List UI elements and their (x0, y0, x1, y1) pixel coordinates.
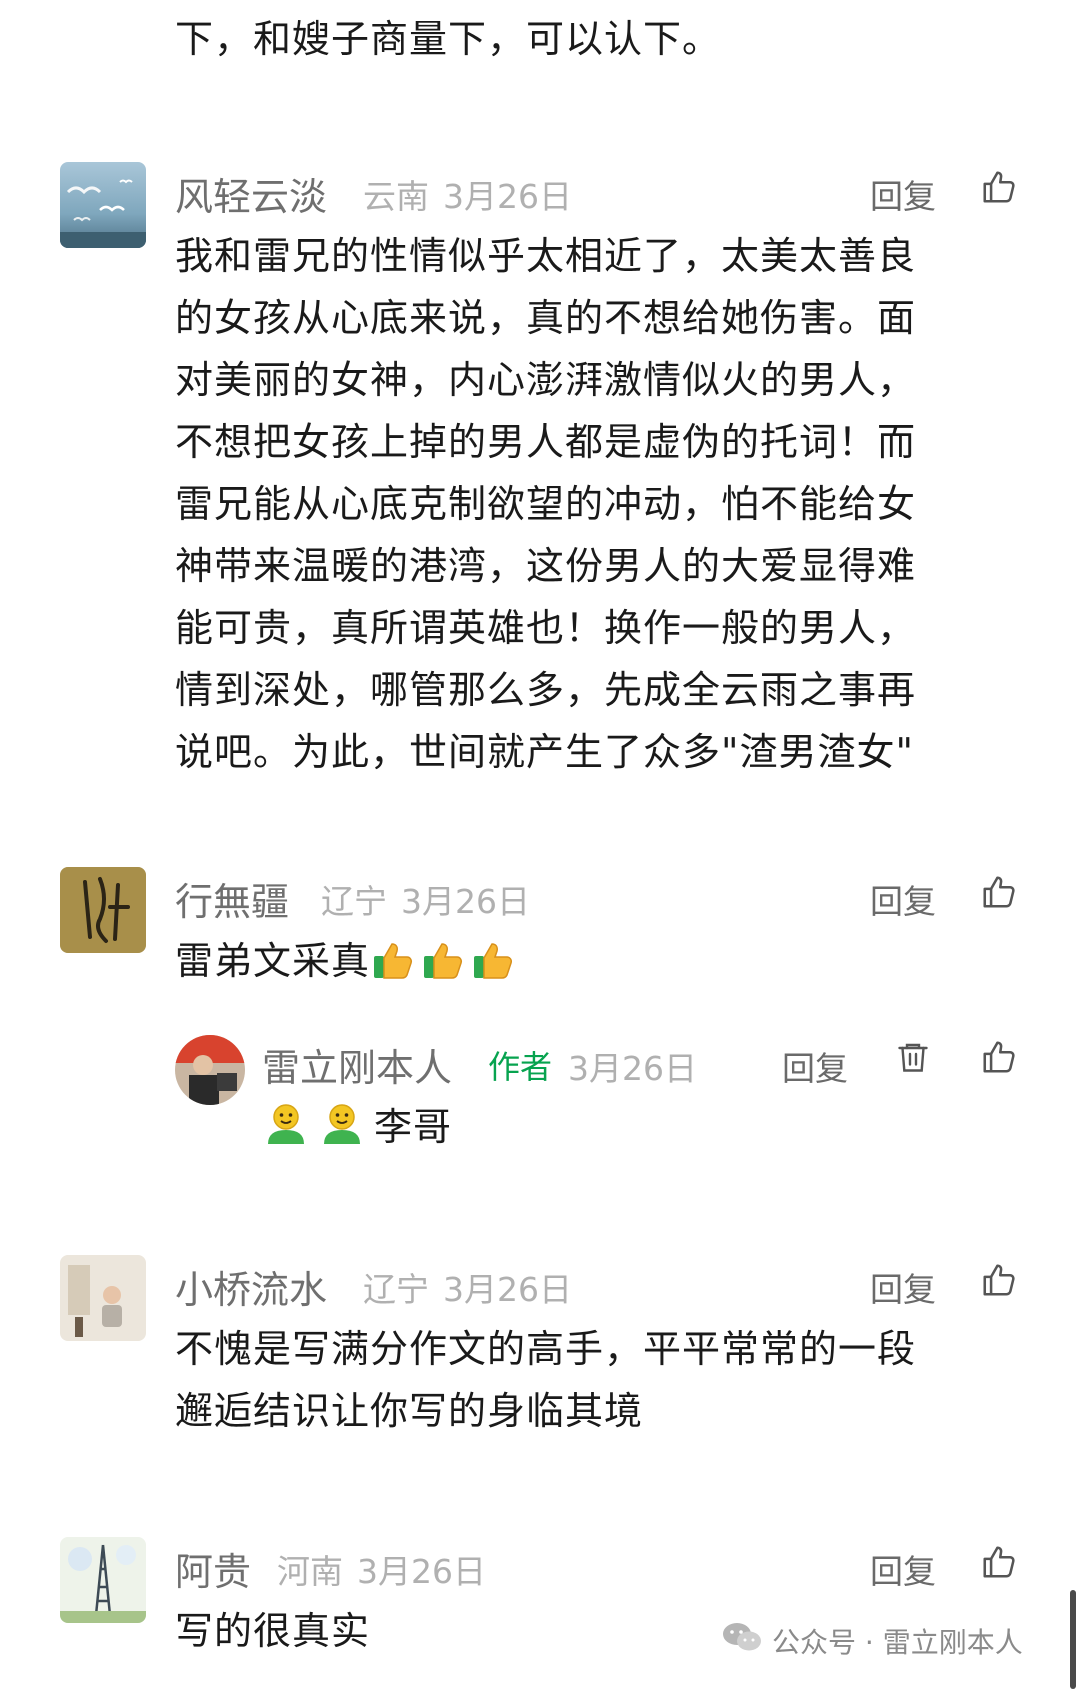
commenter-name[interactable]: 风轻云淡 (175, 166, 327, 221)
comment-date: 3月26日 (401, 882, 530, 921)
comment-body: 我和雷兄的性情似乎太相近了，太美太善良 的女孩从心底来说，真的不想给她伤害。面 … (175, 225, 916, 783)
avatar-image-calligraphy (60, 867, 146, 953)
thumbs-up-outline-icon[interactable] (980, 168, 1018, 206)
reply-button[interactable]: 回复 (870, 875, 936, 923)
comment-line: 不想把女孩上掉的男人都是虚伪的托词！而 (175, 420, 917, 464)
trash-icon[interactable] (895, 1038, 931, 1076)
commenter-name[interactable]: 行無疆 (175, 871, 289, 926)
comment-line: 对美丽的女神，内心澎湃激情似火的男人， (175, 358, 917, 402)
thumbs-up-emoji (420, 936, 466, 982)
reply-button[interactable]: 回复 (870, 1545, 936, 1593)
reply-button[interactable]: 回复 (870, 1263, 936, 1311)
avatar[interactable] (60, 1537, 146, 1623)
comment-body: 不愧是写满分作文的高手，平平常常的一段 邂逅结识让你写的身临其境 (175, 1318, 916, 1442)
comment-line: 不愧是写满分作文的高手，平平常常的一段 (175, 1327, 917, 1371)
wechat-logo-icon (722, 1620, 762, 1661)
comment-date: 3月26日 (443, 1270, 572, 1309)
comment-location: 辽宁 (363, 1270, 429, 1309)
reply-button[interactable]: 回复 (782, 1042, 848, 1090)
comment-location: 辽宁 (321, 882, 387, 921)
comment-line: 写的很真实 (175, 1609, 371, 1653)
thumbs-up-emoji-group (370, 930, 520, 992)
smiley-emoji-group (262, 1096, 374, 1158)
avatar-image-child (60, 1255, 146, 1341)
avatar[interactable] (60, 1255, 146, 1341)
avatar-image-author (175, 1035, 245, 1105)
comment-line: 神带来温暖的港湾，这份男人的大爱显得难 (175, 544, 917, 588)
thumbs-up-outline-icon[interactable] (980, 1261, 1018, 1299)
scrollbar[interactable] (1070, 1590, 1076, 1689)
comment-line: 的女孩从心底来说，真的不想给她伤害。面 (175, 296, 917, 340)
author-reply-text: 李哥 (374, 1105, 453, 1149)
avatar[interactable] (60, 162, 146, 248)
comment-line: 邂逅结识让你写的身临其境 (175, 1389, 644, 1433)
comment-location: 云南 (363, 177, 429, 216)
avatar-image-seagulls (60, 162, 146, 248)
author-reply-body: 李哥 (262, 1096, 452, 1158)
thumbs-up-outline-icon[interactable] (980, 1038, 1018, 1076)
comment-line: 说吧。为此，世间就产生了众多"渣男渣女" (175, 730, 914, 774)
author-badge: 作者 (488, 1048, 553, 1086)
comment-date: 3月26日 (568, 1049, 697, 1088)
comment-line: 能可贵，真所谓英雄也！换作一般的男人， (175, 606, 917, 650)
thumbs-up-outline-icon[interactable] (980, 873, 1018, 911)
previous-comment-tail: 下，和嫂子商量下，可以认下。 (175, 17, 722, 61)
comment-line: 雷兄能从心底克制欲望的冲动，怕不能给女 (175, 482, 917, 526)
smiley-figure-emoji (262, 1100, 310, 1148)
watermark-text: 公众号 · 雷立刚本人 (772, 1625, 1023, 1659)
comment-line: 我和雷兄的性情似乎太相近了，太美太善良 (175, 234, 917, 278)
comment-body: 雷弟文采真 (175, 930, 520, 992)
comment-line: 情到深处，哪管那么多，先成全云雨之事再 (175, 668, 917, 712)
author-avatar[interactable] (175, 1035, 245, 1105)
comment-date: 3月26日 (357, 1552, 486, 1591)
comment-date: 3月26日 (443, 177, 572, 216)
thumbs-up-outline-icon[interactable] (980, 1543, 1018, 1581)
comment-location: 河南 (277, 1552, 343, 1591)
comment-text: 雷弟文采真 (175, 939, 371, 983)
commenter-name[interactable]: 阿贵 (175, 1541, 251, 1596)
smiley-figure-emoji (318, 1100, 366, 1148)
thumbs-up-emoji (470, 936, 516, 982)
thumbs-up-emoji (370, 936, 416, 982)
comment-body: 写的很真实 (175, 1600, 370, 1662)
avatar[interactable] (60, 867, 146, 953)
reply-button[interactable]: 回复 (870, 170, 936, 218)
commenter-name[interactable]: 小桥流水 (175, 1259, 327, 1314)
avatar-image-eiffel-tower (60, 1537, 146, 1623)
wechat-watermark: 公众号 · 雷立刚本人 (722, 1620, 1023, 1661)
author-name[interactable]: 雷立刚本人 (262, 1037, 452, 1092)
